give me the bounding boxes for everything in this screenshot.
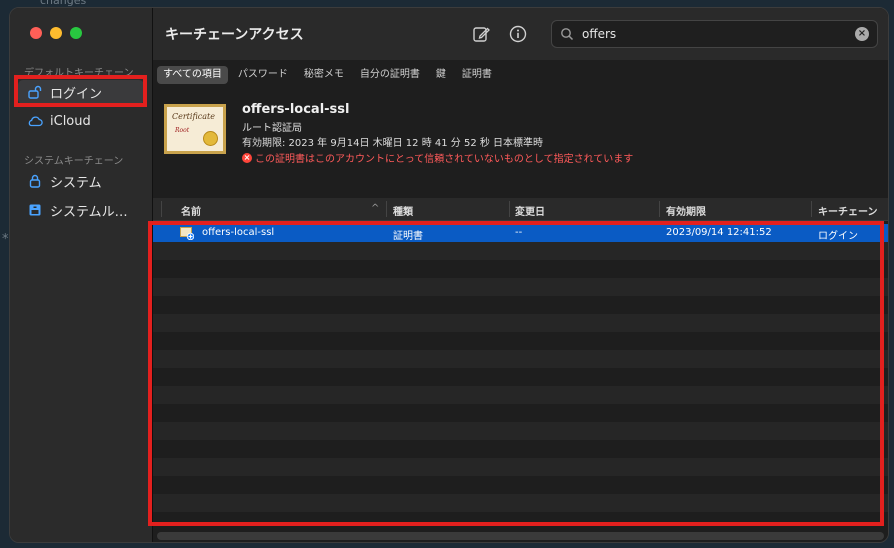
category-tabs: すべての項目 パスワード 秘密メモ 自分の証明書 鍵 証明書 xyxy=(157,66,502,84)
column-separator xyxy=(386,201,387,217)
column-separator xyxy=(811,201,812,217)
search-icon xyxy=(560,26,574,45)
column-header-expires[interactable]: 有効期限 xyxy=(666,203,706,218)
sort-ascending-icon[interactable]: ^ xyxy=(371,203,379,214)
tab-passwords[interactable]: パスワード xyxy=(232,66,294,84)
search-field: × xyxy=(551,20,878,48)
sidebar-item-system-roots[interactable]: システムル… xyxy=(18,198,144,222)
tab-my-certificates[interactable]: 自分の証明書 xyxy=(354,66,426,84)
certificate-image: Certificate Root xyxy=(164,104,226,154)
certificate-summary: Certificate Root offers-local-ssl ルート認証局… xyxy=(153,92,888,198)
error-icon: × xyxy=(242,152,252,163)
tab-secure-notes[interactable]: 秘密メモ xyxy=(298,66,350,84)
sidebar-item-system[interactable]: システム xyxy=(18,169,144,193)
seal-icon xyxy=(203,131,218,146)
background-asterisk: * xyxy=(2,232,9,247)
lock-icon xyxy=(27,173,43,189)
column-separator xyxy=(659,201,660,217)
column-header-keychain[interactable]: キーチェーン xyxy=(818,203,878,218)
certificate-expiry: 有効期限: 2023 年 9月14日 木曜日 12 時 41 分 52 秒 日本… xyxy=(242,138,544,149)
certificate-warning: × この証明書はこのアカウントにとって信頼されていないものとして指定されています xyxy=(242,150,633,165)
certificate-image-sub: Root xyxy=(175,127,190,134)
column-separator xyxy=(509,201,510,217)
compose-icon[interactable] xyxy=(471,24,491,44)
cabinet-icon xyxy=(27,202,43,218)
background-snippet: changes xyxy=(40,0,87,7)
column-header-modified[interactable]: 変更日 xyxy=(515,203,545,218)
highlight-box-table xyxy=(148,221,884,526)
certificate-warning-text: この証明書はこのアカウントにとって信頼されていないものとして指定されています xyxy=(255,154,634,165)
sidebar-item-label: iCloud xyxy=(50,113,91,129)
close-window-button[interactable] xyxy=(30,27,42,39)
sidebar-section-system: システムキーチェーン xyxy=(24,156,124,167)
sidebar-item-label: システムル… xyxy=(50,204,128,220)
column-header-name[interactable]: 名前 xyxy=(181,203,201,218)
certificate-type: ルート認証局 xyxy=(242,123,302,134)
sidebar-item-label: システム xyxy=(50,175,102,191)
tab-all-items[interactable]: すべての項目 xyxy=(157,66,228,84)
tab-keys[interactable]: 鍵 xyxy=(430,66,452,84)
sidebar-item-icloud[interactable]: iCloud xyxy=(18,109,144,133)
cloud-icon xyxy=(27,113,43,129)
certificate-image-title: Certificate xyxy=(172,112,215,121)
certificate-name: offers-local-ssl xyxy=(242,102,350,117)
zoom-window-button[interactable] xyxy=(70,27,82,39)
tab-certificates[interactable]: 証明書 xyxy=(456,66,498,84)
horizontal-scrollbar[interactable] xyxy=(157,532,884,540)
window-title: キーチェーンアクセス xyxy=(165,27,304,43)
column-separator xyxy=(161,201,162,217)
search-input[interactable] xyxy=(580,24,844,44)
minimize-window-button[interactable] xyxy=(50,27,62,39)
toolbar: キーチェーンアクセス × xyxy=(153,8,888,60)
table-header: 名前 ^ 種類 変更日 有効期限 キーチェーン xyxy=(153,198,888,221)
highlight-box-login xyxy=(14,75,147,107)
info-icon[interactable] xyxy=(508,24,528,44)
column-header-kind[interactable]: 種類 xyxy=(393,203,413,218)
clear-search-icon[interactable]: × xyxy=(855,27,869,41)
